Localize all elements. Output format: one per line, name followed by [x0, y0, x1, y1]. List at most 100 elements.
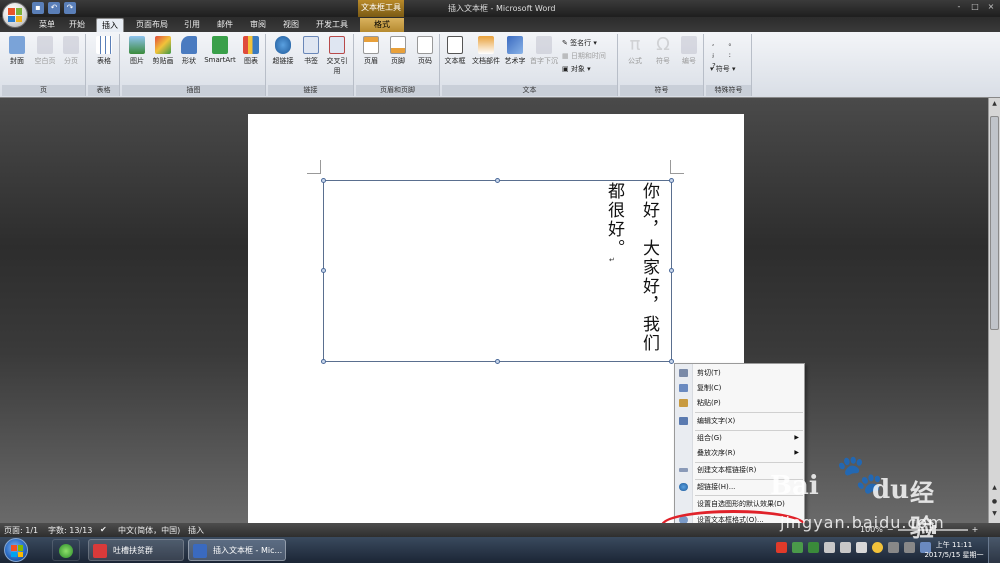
undo-icon[interactable]: ↶	[48, 2, 60, 14]
menu-item-cut[interactable]: 剪切(T)	[675, 366, 804, 380]
shapes-button[interactable]: 形状	[176, 36, 202, 66]
bookmark-icon	[303, 36, 319, 54]
zoom-in-icon[interactable]: +	[972, 525, 979, 534]
save-icon[interactable]: ▪	[32, 2, 44, 14]
footer-button[interactable]: 页脚	[385, 36, 411, 66]
smartart-button[interactable]: SmartArt	[202, 36, 238, 64]
table-icon	[96, 36, 112, 54]
drop-cap-button[interactable]: 首字下沉	[528, 36, 560, 66]
header-button[interactable]: 页眉	[358, 36, 384, 66]
group-label-special-symbols: 特殊符号	[706, 85, 751, 96]
flag-icon[interactable]	[856, 542, 867, 553]
title-bar: ▪ ↶ ↷ 文本框工具 插入文本框 - Microsoft Word - □ ×	[0, 0, 1000, 17]
network-icon[interactable]	[824, 542, 835, 553]
resize-handle-w[interactable]	[321, 268, 326, 273]
resize-handle-e[interactable]	[669, 268, 674, 273]
office-logo-icon	[8, 8, 22, 22]
numbering-button[interactable]: 编号	[676, 36, 702, 66]
quick-parts-button[interactable]: 文档部件	[470, 36, 502, 66]
system-clock[interactable]: 上午 11:11 2017/5/15 星期一	[922, 540, 986, 560]
redo-icon[interactable]: ↷	[64, 2, 76, 14]
hyperlink-button[interactable]: 超链接	[270, 36, 296, 66]
resize-handle-n[interactable]	[495, 178, 500, 183]
group-pages: 封面 空白页 分页 页	[2, 34, 86, 96]
wordart-button[interactable]: 艺术字	[502, 36, 528, 66]
tab-format[interactable]: 格式	[360, 18, 404, 32]
tab-view[interactable]: 视图	[278, 18, 304, 32]
special-symbols-grid-2[interactable]: ; : ?	[712, 50, 751, 70]
scroll-up-page-icon[interactable]: ▲	[990, 484, 999, 493]
shapes-icon	[181, 36, 197, 54]
tab-menu[interactable]: 菜单	[34, 18, 60, 32]
scrollbar-thumb[interactable]	[990, 116, 999, 330]
input-method-icon[interactable]	[776, 542, 787, 553]
taskbar-browser[interactable]	[52, 539, 80, 561]
group-symbols: π 公式 Ω 符号 编号 符号	[620, 34, 704, 96]
insert-mode[interactable]: 插入	[188, 525, 204, 536]
margin-corner-top-right	[670, 160, 684, 174]
menu-separator	[695, 412, 803, 413]
page-count[interactable]: 页面: 1/1	[4, 525, 38, 536]
globe-link-icon	[275, 36, 291, 54]
special-symbols-grid[interactable]: , 。 .	[712, 38, 751, 58]
symbol-dropdown[interactable]: ▾ 符号 ▾	[710, 64, 736, 75]
proofing-icon[interactable]: ✔	[100, 525, 107, 534]
page-number-button[interactable]: 页码	[412, 36, 438, 66]
clip-art-button[interactable]: 剪贴画	[150, 36, 176, 66]
object-icon: ▣	[562, 65, 571, 73]
resize-handle-sw[interactable]	[321, 359, 326, 364]
tab-developer[interactable]: 开发工具	[312, 18, 352, 32]
qq-icon[interactable]	[872, 542, 883, 553]
tray-app-icon[interactable]	[792, 542, 803, 553]
menu-item-copy[interactable]: 复制(C)	[675, 381, 804, 395]
cover-page-button[interactable]: 封面	[4, 36, 30, 66]
object-button[interactable]: ▣ 对象 ▾	[562, 64, 591, 75]
picture-button[interactable]: 图片	[124, 36, 150, 66]
word-count[interactable]: 字数: 13/13	[48, 525, 92, 536]
signature-line-button[interactable]: ✎ 签名行 ▾	[562, 38, 597, 49]
vertical-scrollbar[interactable]: ▲ ▲ ● ▼	[988, 98, 1000, 523]
tray-icon-9[interactable]	[904, 542, 915, 553]
tray-icon-8[interactable]	[888, 542, 899, 553]
taskbar-item-word[interactable]: 插入文本框 - Mic...	[188, 539, 286, 561]
resize-handle-s[interactable]	[495, 359, 500, 364]
tab-review[interactable]: 审阅	[246, 18, 270, 32]
menu-item-edit-text[interactable]: 编辑文字(X)	[675, 414, 804, 428]
scroll-down-icon[interactable]: ▼	[990, 510, 999, 519]
table-button[interactable]: 表格	[91, 36, 117, 66]
start-button[interactable]	[4, 538, 28, 562]
menu-item-order[interactable]: 叠放次序(R) ▶	[675, 446, 804, 460]
menu-item-group[interactable]: 组合(G) ▶	[675, 431, 804, 445]
show-desktop-button[interactable]	[988, 537, 1000, 563]
textbox-button[interactable]: 文本框	[442, 36, 468, 66]
volume-icon[interactable]	[840, 542, 851, 553]
tab-home[interactable]: 开始	[64, 18, 90, 32]
select-browse-object-icon[interactable]: ●	[990, 498, 999, 507]
bookmark-button[interactable]: 书签	[298, 36, 324, 66]
cross-reference-button[interactable]: 交叉引用	[324, 36, 350, 76]
resize-handle-nw[interactable]	[321, 178, 326, 183]
tab-insert[interactable]: 插入	[96, 18, 124, 32]
menu-item-paste[interactable]: 粘贴(P)	[675, 396, 804, 410]
tab-references[interactable]: 引用	[180, 18, 204, 32]
language-indicator[interactable]: 中文(简体，中国)	[118, 525, 180, 536]
minimize-button[interactable]: -	[952, 1, 966, 14]
page-break-button[interactable]: 分页	[58, 36, 84, 66]
window-title: 插入文本框 - Microsoft Word	[448, 4, 556, 13]
shield-icon[interactable]	[808, 542, 819, 553]
taskbar-item-chat[interactable]: 吐槽扶贫群	[88, 539, 184, 561]
group-illustrations: 图片 剪贴画 形状 SmartArt 图表 插图	[122, 34, 266, 96]
scroll-up-icon[interactable]: ▲	[990, 100, 999, 109]
office-button[interactable]	[2, 2, 28, 28]
close-button[interactable]: ×	[984, 1, 998, 14]
submenu-arrow-icon: ▶	[794, 449, 799, 456]
maximize-button[interactable]: □	[968, 1, 982, 14]
blank-page-button[interactable]: 空白页	[32, 36, 58, 66]
symbol-button[interactable]: Ω 符号	[650, 36, 676, 66]
tab-page-layout[interactable]: 页面布局	[132, 18, 172, 32]
date-time-button[interactable]: ▦ 日期和时间	[562, 51, 606, 62]
equation-button[interactable]: π 公式	[622, 36, 648, 66]
tab-mailings[interactable]: 邮件	[212, 18, 238, 32]
resize-handle-ne[interactable]	[669, 178, 674, 183]
chart-button[interactable]: 图表	[238, 36, 264, 66]
